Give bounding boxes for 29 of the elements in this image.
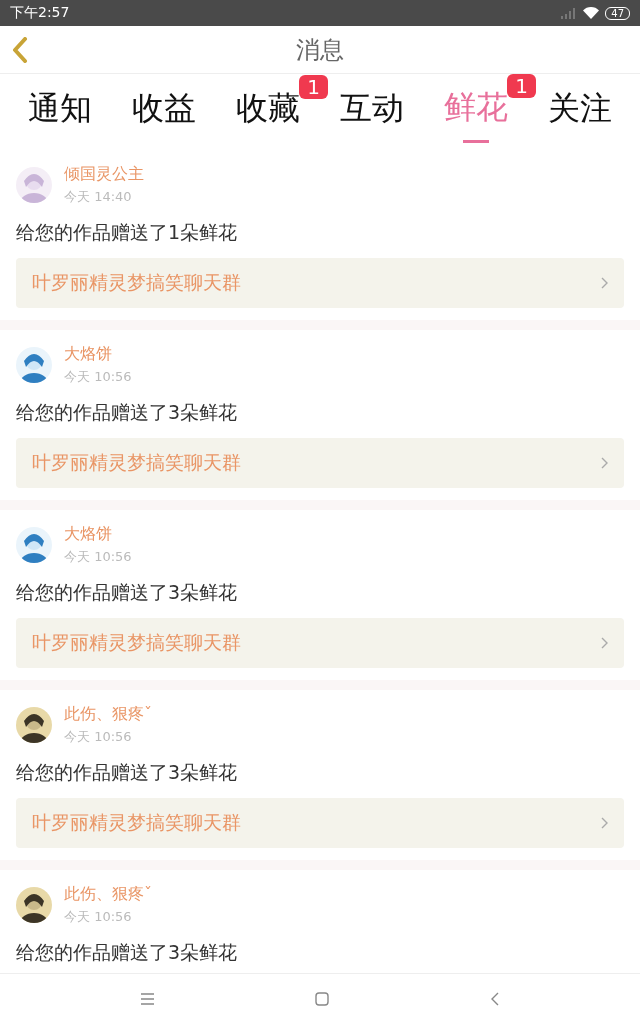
group-link[interactable]: 叶罗丽精灵梦搞笑聊天群 <box>16 618 624 668</box>
tab[interactable]: 收藏 <box>236 83 300 141</box>
group-link[interactable]: 叶罗丽精灵梦搞笑聊天群 <box>16 798 624 848</box>
message-time: 今天 10:56 <box>64 908 133 926</box>
count-badge: 1 <box>299 75 328 99</box>
user-name[interactable]: 倾国灵公主 <box>64 164 144 185</box>
status-time: 下午2:57 <box>10 4 70 22</box>
group-link[interactable]: 叶罗丽精灵梦搞笑聊天群 <box>16 438 624 488</box>
message-time: 今天 10:56 <box>64 728 133 746</box>
group-link[interactable]: 叶罗丽精灵梦搞笑聊天群 <box>16 258 624 308</box>
message-time: 今天 14:40 <box>64 188 133 206</box>
message-time: 今天 10:56 <box>64 548 132 566</box>
user-name[interactable]: 此伤、狠疼ˇ <box>64 884 152 905</box>
tab[interactable]: 关注 <box>548 83 612 141</box>
tab[interactable]: 收益 <box>132 83 196 141</box>
message-text: 给您的作品赠送了1朵鲜花 <box>16 220 239 245</box>
message-text: 给您的作品赠送了3朵鲜花 <box>16 400 239 425</box>
battery-level: 47 <box>605 6 630 20</box>
message-text: 给您的作品赠送了3朵鲜花 <box>16 760 239 785</box>
count-badge: 1 <box>507 73 536 98</box>
user-name[interactable]: 此伤、狠疼ˇ <box>64 704 152 725</box>
user-name[interactable]: 大烙饼 <box>64 344 132 365</box>
message-text: 给您的作品赠送了3朵鲜花 <box>16 940 239 965</box>
page-title: 消息 <box>296 34 344 66</box>
user-name[interactable]: 大烙饼 <box>64 524 132 545</box>
message-time: 今天 10:56 <box>64 368 132 386</box>
tab[interactable]: 互动 <box>340 83 404 141</box>
message-text: 给您的作品赠送了3朵鲜花 <box>16 580 239 605</box>
tab[interactable]: 通知 <box>28 83 92 141</box>
